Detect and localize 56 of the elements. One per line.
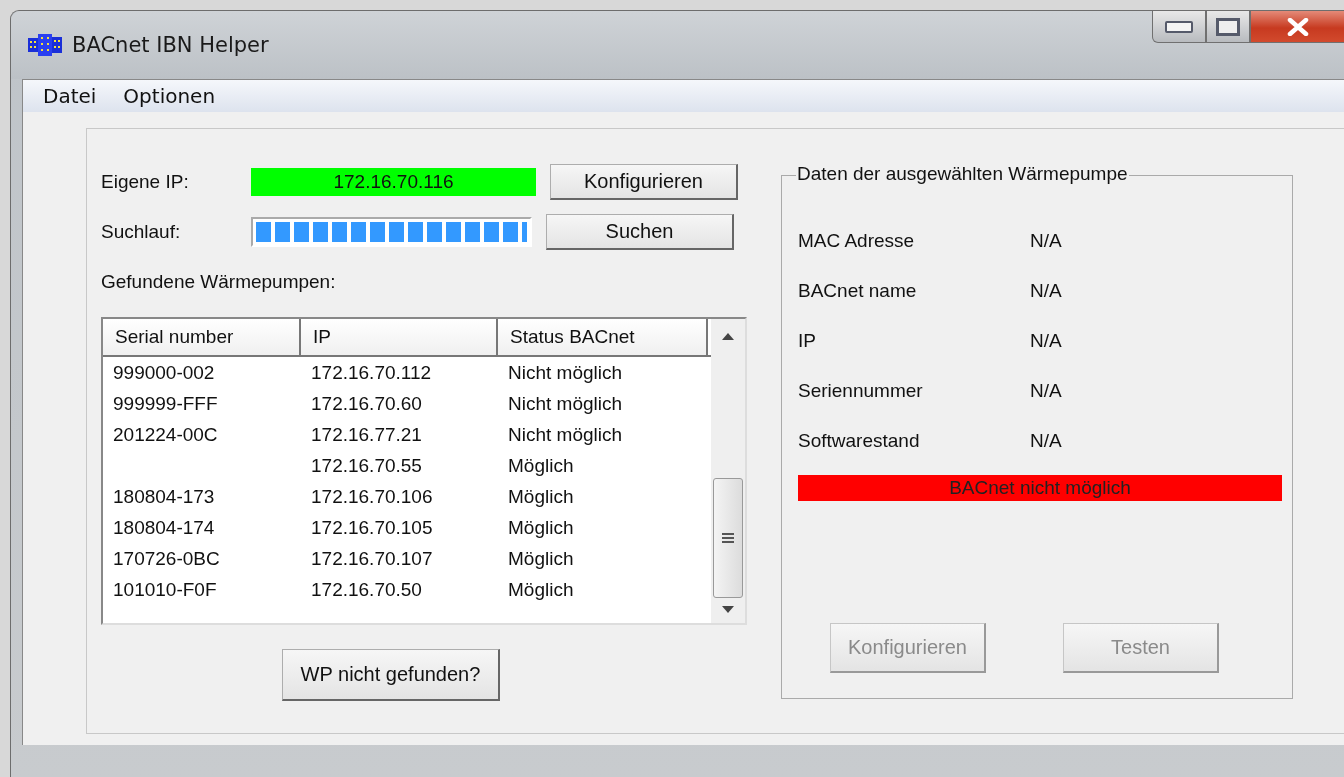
- field-label: MAC Adresse: [798, 230, 916, 252]
- column-header[interactable]: IP: [301, 319, 498, 355]
- status-banner: BACnet nicht möglich: [798, 475, 1282, 501]
- configure-button[interactable]: Konfigurieren: [550, 164, 738, 200]
- table-cell-text: 172.16.77.21: [310, 423, 423, 446]
- table-cell-text: 180804-173: [112, 485, 216, 508]
- field-value: N/A: [1030, 330, 1062, 352]
- field-label: Softwarestand: [798, 430, 921, 452]
- table-cell-text: 201224-00C: [112, 423, 219, 446]
- table-cell-text: 999000-002: [112, 361, 216, 384]
- scroll-thumb[interactable]: [713, 478, 743, 598]
- table-cell-text: 172.16.70.106: [310, 485, 434, 508]
- table-cell-text: Möglich: [507, 485, 575, 508]
- table-cell-text: 172.16.70.105: [310, 516, 434, 539]
- table-cell-text: 172.16.70.107: [310, 547, 434, 570]
- section-label: Gefundene Wärmepumpen:: [101, 271, 336, 293]
- table-cell-text: Nicht möglich: [507, 361, 624, 384]
- table-cell-text: Nicht möglich: [507, 392, 624, 415]
- building-icon: [28, 34, 62, 56]
- maximize-button[interactable]: [1206, 11, 1250, 43]
- field-label: IP: [798, 330, 817, 352]
- scroll-up-icon[interactable]: [722, 333, 734, 340]
- field-label: Seriennummer: [798, 380, 924, 402]
- table-cell-text: Möglich: [507, 454, 575, 477]
- table-cell-text: 999999-FFF: [112, 392, 219, 415]
- table-cell-text: 170726-0BC: [112, 547, 221, 570]
- search-button[interactable]: Suchen: [546, 214, 734, 250]
- menu-item[interactable]: Optionen: [123, 84, 216, 108]
- field-label: Suchlauf:: [101, 221, 182, 243]
- field-value: N/A: [1030, 230, 1062, 252]
- close-button[interactable]: [1250, 11, 1344, 43]
- table-cell-text: Möglich: [507, 547, 575, 570]
- field-value: N/A: [1030, 430, 1062, 452]
- table-cell-text: 180804-174: [112, 516, 216, 539]
- field-label: BACnet name: [798, 280, 918, 302]
- table-cell-text: 172.16.70.112: [310, 361, 433, 384]
- minimize-button[interactable]: [1152, 11, 1206, 43]
- table-cell-text: Möglich: [507, 578, 575, 601]
- scrollbar[interactable]: [711, 319, 745, 623]
- table-cell-text: 172.16.70.60: [310, 392, 423, 415]
- not-found-button[interactable]: WP nicht gefunden?: [282, 649, 500, 701]
- table-cell-text: 172.16.70.50: [310, 578, 423, 601]
- close-icon[interactable]: [1287, 17, 1309, 36]
- scroll-down-icon[interactable]: [722, 606, 734, 613]
- table-cell-text: Nicht möglich: [507, 423, 624, 446]
- menu-item[interactable]: Datei: [43, 84, 97, 108]
- table-cell-text: 172.16.70.55: [310, 454, 423, 477]
- table-cell-text: Möglich: [507, 516, 575, 539]
- column-header[interactable]: Status BACnet: [498, 319, 708, 355]
- field-value: N/A: [1030, 280, 1062, 302]
- window-title: BACnet IBN Helper: [72, 33, 269, 57]
- field-label: Eigene IP:: [101, 171, 190, 193]
- field-value: N/A: [1030, 380, 1062, 402]
- table-cell-text: 101010-F0F: [112, 578, 218, 601]
- ip-display: 172.16.70.116: [251, 168, 536, 196]
- column-header[interactable]: Serial number: [103, 319, 301, 355]
